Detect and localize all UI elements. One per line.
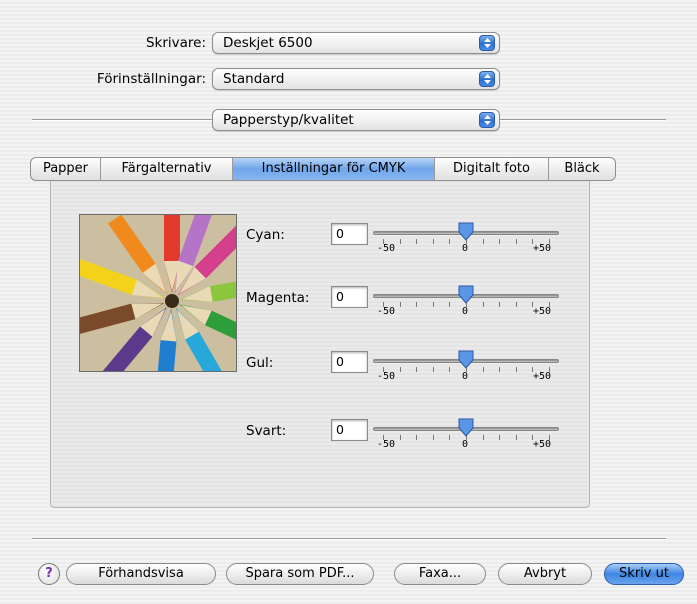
- slider-tick: [499, 302, 501, 307]
- slider-tick: [499, 367, 501, 372]
- separator-right: [500, 119, 666, 121]
- pane-value: Papperstyp/kvalitet: [223, 112, 354, 128]
- fax-button[interactable]: Faxa...: [394, 563, 486, 585]
- slider-tick: [416, 239, 418, 244]
- slider-tick: [482, 302, 484, 307]
- magenta-label: Magenta:: [246, 290, 310, 306]
- scale-max: +50: [533, 243, 552, 254]
- tab-cmyk[interactable]: Inställningar för CMYK: [233, 158, 435, 180]
- pane-popup[interactable]: Papperstyp/kvalitet: [212, 109, 500, 131]
- slider-tick: [449, 302, 451, 307]
- tab-fargalternativ[interactable]: Färgalternativ: [101, 158, 233, 180]
- slider-tick: [399, 239, 401, 244]
- scale-mid: 0: [462, 371, 469, 382]
- cyan-value-field[interactable]: 0: [331, 223, 368, 245]
- yellow-label: Gul:: [246, 355, 274, 371]
- popup-arrows-icon: [479, 35, 495, 51]
- cyan-slider[interactable]: -50 0 +50: [373, 219, 559, 259]
- scale-max: +50: [533, 306, 552, 317]
- black-value-field[interactable]: 0: [331, 419, 368, 441]
- printer-label: Skrivare:: [145, 35, 206, 51]
- preview-button[interactable]: Förhandsvisa: [66, 563, 216, 585]
- yellow-slider[interactable]: -50 0 +50: [373, 347, 559, 387]
- slider-tick: [432, 367, 434, 372]
- printer-popup[interactable]: Deskjet 6500: [212, 32, 500, 54]
- slider-thumb-icon[interactable]: [457, 417, 475, 439]
- slider-tick: [399, 367, 401, 372]
- black-label: Svart:: [246, 423, 287, 439]
- slider-tick: [482, 367, 484, 372]
- slider-tick: [482, 435, 484, 440]
- scale-mid: 0: [462, 306, 469, 317]
- presets-value: Standard: [223, 71, 285, 87]
- tab-black[interactable]: Bläck: [549, 158, 615, 180]
- slider-tick: [515, 367, 517, 372]
- slider-thumb-icon[interactable]: [457, 284, 475, 306]
- slider-tick: [432, 239, 434, 244]
- slider-tick: [499, 435, 501, 440]
- tab-papper[interactable]: Papper: [31, 158, 101, 180]
- slider-tick: [449, 367, 451, 372]
- presets-popup[interactable]: Standard: [212, 68, 500, 90]
- slider-tick: [515, 435, 517, 440]
- slider-tick: [449, 435, 451, 440]
- bottom-separator: [32, 538, 666, 540]
- popup-arrows-icon: [479, 71, 495, 87]
- scale-mid: 0: [462, 439, 469, 450]
- print-button[interactable]: Skriv ut: [604, 563, 684, 585]
- slider-tick: [399, 435, 401, 440]
- popup-arrows-icon: [479, 112, 495, 128]
- magenta-slider[interactable]: -50 0 +50: [373, 282, 559, 322]
- save-as-pdf-button[interactable]: Spara som PDF...: [226, 563, 374, 585]
- printer-value: Deskjet 6500: [223, 35, 313, 51]
- presets-label: Förinställningar:: [96, 71, 206, 87]
- slider-tick: [416, 367, 418, 372]
- slider-thumb-icon[interactable]: [457, 221, 475, 243]
- tab-digitalt-foto[interactable]: Digitalt foto: [435, 158, 549, 180]
- slider-tick: [416, 302, 418, 307]
- slider-thumb-icon[interactable]: [457, 349, 475, 371]
- scale-mid: 0: [462, 243, 469, 254]
- slider-tick: [432, 302, 434, 307]
- yellow-value-field[interactable]: 0: [331, 351, 368, 373]
- slider-tick: [449, 239, 451, 244]
- black-slider[interactable]: -50 0 +50: [373, 415, 559, 455]
- tab-bar: Papper Färgalternativ Inställningar för …: [30, 157, 616, 181]
- help-button[interactable]: ?: [38, 563, 60, 585]
- preview-image: [79, 214, 237, 372]
- slider-tick: [416, 435, 418, 440]
- slider-tick: [515, 302, 517, 307]
- scale-min: -50: [377, 371, 396, 382]
- scale-min: -50: [377, 306, 396, 317]
- magenta-value-field[interactable]: 0: [331, 286, 368, 308]
- cancel-button[interactable]: Avbryt: [498, 563, 592, 585]
- scale-min: -50: [377, 439, 396, 450]
- slider-tick: [482, 239, 484, 244]
- slider-tick: [515, 239, 517, 244]
- slider-tick: [499, 239, 501, 244]
- scale-min: -50: [377, 243, 396, 254]
- scale-max: +50: [533, 439, 552, 450]
- scale-max: +50: [533, 371, 552, 382]
- slider-tick: [399, 302, 401, 307]
- slider-tick: [432, 435, 434, 440]
- separator-left: [32, 119, 212, 121]
- cyan-label: Cyan:: [246, 227, 285, 243]
